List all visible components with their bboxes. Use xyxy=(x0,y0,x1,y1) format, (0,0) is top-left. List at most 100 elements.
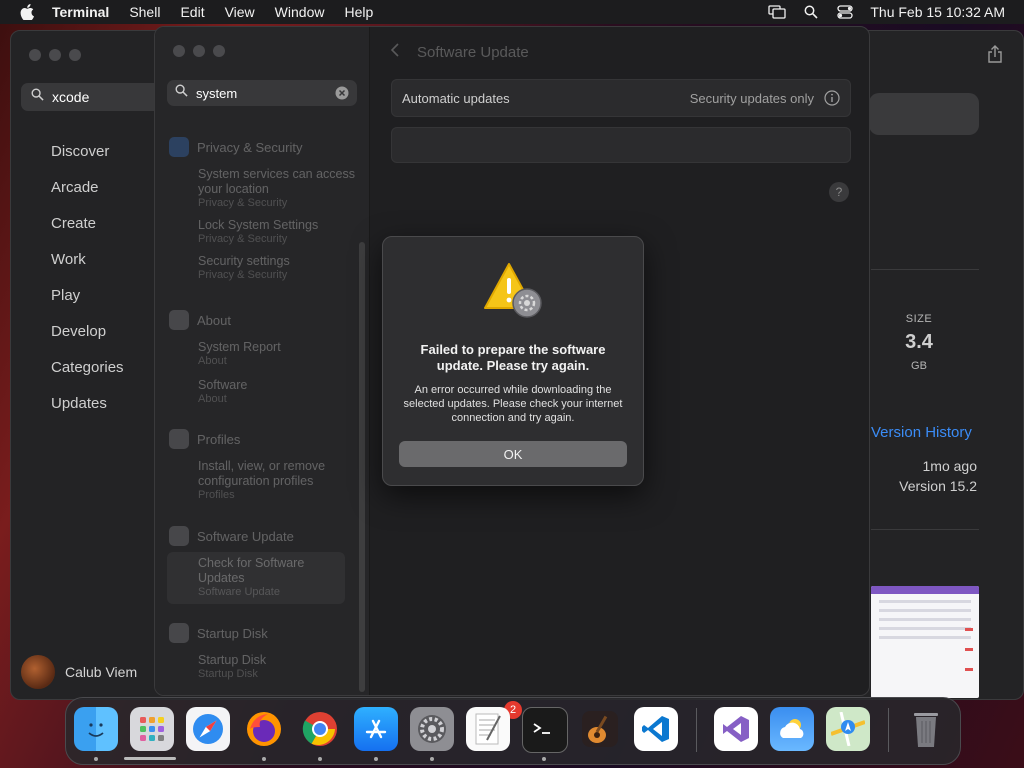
result-subtitle: About xyxy=(198,393,227,405)
sidebar-item-work[interactable]: Work xyxy=(51,241,124,277)
account-button[interactable]: Calub Viem xyxy=(21,655,137,689)
app-store-sidebar-nav: Discover Arcade Create Work Play Develop… xyxy=(51,133,124,421)
maps-icon[interactable] xyxy=(826,707,870,751)
sidebar-item-updates[interactable]: Updates xyxy=(51,385,124,421)
running-indicator xyxy=(318,757,322,761)
clear-search-icon[interactable] xyxy=(335,86,349,100)
search-result-item[interactable]: Software About xyxy=(198,378,281,406)
size-label: SIZE xyxy=(905,313,933,325)
menu-view[interactable]: View xyxy=(225,4,255,20)
result-title: System services can access your location xyxy=(198,167,355,196)
ok-button[interactable]: OK xyxy=(399,441,627,467)
zoom-button[interactable] xyxy=(213,45,225,57)
dock: 2 xyxy=(65,697,961,765)
settings-search-input[interactable]: system xyxy=(167,80,357,106)
result-subtitle: Startup Disk xyxy=(198,668,258,680)
sidebar-item-play[interactable]: Play xyxy=(51,277,124,313)
search-result-item[interactable]: System Report About xyxy=(198,340,281,368)
close-button[interactable] xyxy=(173,45,185,57)
search-result-item[interactable]: Check for Software Updates Software Upda… xyxy=(198,556,338,599)
app-store-search-input[interactable]: xcode xyxy=(21,83,161,111)
search-result-item[interactable]: Startup Disk Startup Disk xyxy=(198,653,268,681)
menu-clock[interactable]: Thu Feb 15 10:32 AM xyxy=(870,4,1005,20)
chrome-icon[interactable] xyxy=(298,707,342,751)
warning-icon xyxy=(483,261,547,319)
running-indicator xyxy=(374,757,378,761)
checkmark-badge-icon xyxy=(169,429,189,449)
menu-edit[interactable]: Edit xyxy=(180,4,204,20)
launchpad-icon[interactable] xyxy=(130,707,174,751)
menu-bar: Terminal Shell Edit View Window Help Thu… xyxy=(0,0,1024,24)
running-indicator xyxy=(262,757,266,761)
screen-mirroring-icon[interactable] xyxy=(768,3,787,21)
alert-message: An error occurred while downloading the … xyxy=(403,384,623,424)
alert-title: Failed to prepare the software update. P… xyxy=(420,342,606,373)
pane-header: Software Update xyxy=(390,43,529,61)
group-header: Profiles xyxy=(197,431,241,447)
sidebar-scrollbar[interactable] xyxy=(359,242,365,692)
app-store-traffic-lights[interactable] xyxy=(29,49,81,61)
trash-icon[interactable] xyxy=(904,707,948,751)
sidebar-item-develop[interactable]: Develop xyxy=(51,313,124,349)
search-result-item[interactable]: System services can access your location… xyxy=(198,167,369,210)
version-history-link[interactable]: Version History xyxy=(871,424,972,441)
terminal-icon[interactable] xyxy=(522,707,568,753)
search-result-item[interactable]: Security settings Privacy & Security xyxy=(198,254,369,282)
error-alert-dialog: Failed to prepare the software update. P… xyxy=(382,236,644,486)
screenshot-preview[interactable] xyxy=(871,586,979,698)
menu-shell[interactable]: Shell xyxy=(129,4,160,20)
weather-icon[interactable] xyxy=(770,707,814,751)
info-icon[interactable] xyxy=(824,90,840,106)
firefox-icon[interactable] xyxy=(242,707,286,751)
sidebar-item-arcade[interactable]: Arcade xyxy=(51,169,124,205)
sidebar-item-create[interactable]: Create xyxy=(51,205,124,241)
running-indicator xyxy=(542,757,546,761)
result-subtitle: Profiles xyxy=(198,489,235,501)
app-store-icon[interactable] xyxy=(354,707,398,751)
minimize-button[interactable] xyxy=(193,45,205,57)
close-button[interactable] xyxy=(29,49,41,61)
vscode-icon[interactable] xyxy=(634,707,678,751)
spotlight-icon[interactable] xyxy=(802,3,820,21)
running-indicator xyxy=(94,757,98,761)
result-title: Install, view, or remove configuration p… xyxy=(198,459,326,488)
garageband-icon[interactable] xyxy=(578,707,622,751)
result-title: System Report xyxy=(198,340,281,354)
result-group-profiles: Profiles Install, view, or remove config… xyxy=(169,429,369,502)
finder-icon[interactable] xyxy=(74,707,118,751)
result-title: Check for Software Updates xyxy=(198,556,305,585)
menu-help[interactable]: Help xyxy=(344,4,373,20)
search-result-item[interactable]: Install, view, or remove configuration p… xyxy=(198,459,369,502)
apple-icon[interactable] xyxy=(18,3,36,21)
automatic-updates-row[interactable]: Automatic updates Security updates only xyxy=(391,79,851,117)
sidebar-item-discover[interactable]: Discover xyxy=(51,133,124,169)
minimize-button[interactable] xyxy=(49,49,61,61)
share-icon[interactable] xyxy=(987,45,1005,65)
settings-traffic-lights[interactable] xyxy=(173,45,225,57)
menu-app-name[interactable]: Terminal xyxy=(52,4,109,20)
safari-icon[interactable] xyxy=(186,707,230,751)
visual-studio-icon[interactable] xyxy=(714,707,758,751)
automatic-updates-value: Security updates only xyxy=(689,90,814,106)
disk-icon xyxy=(169,623,189,643)
result-title: Startup Disk xyxy=(198,653,267,667)
get-button-area[interactable] xyxy=(869,93,979,135)
textedit-icon[interactable] xyxy=(466,707,510,751)
preview-row xyxy=(879,600,971,603)
zoom-button[interactable] xyxy=(69,49,81,61)
menu-window[interactable]: Window xyxy=(275,4,325,20)
back-chevron-icon[interactable] xyxy=(390,43,399,61)
help-button[interactable]: ? xyxy=(829,182,849,202)
account-name: Calub Viem xyxy=(65,664,138,680)
search-result-item[interactable]: Lock System Settings Privacy & Security xyxy=(198,218,369,246)
system-settings-icon[interactable] xyxy=(410,707,454,751)
result-subtitle: Privacy & Security xyxy=(198,269,288,281)
control-center-icon[interactable] xyxy=(836,3,854,21)
preview-row xyxy=(879,609,971,612)
sidebar-item-categories[interactable]: Categories xyxy=(51,349,124,385)
result-group-startup-disk: Startup Disk Startup Disk Startup Disk xyxy=(169,623,268,681)
preview-mark xyxy=(965,628,973,631)
dock-separator xyxy=(888,708,889,752)
dock-separator xyxy=(696,708,697,752)
automatic-updates-label: Automatic updates xyxy=(402,90,510,106)
